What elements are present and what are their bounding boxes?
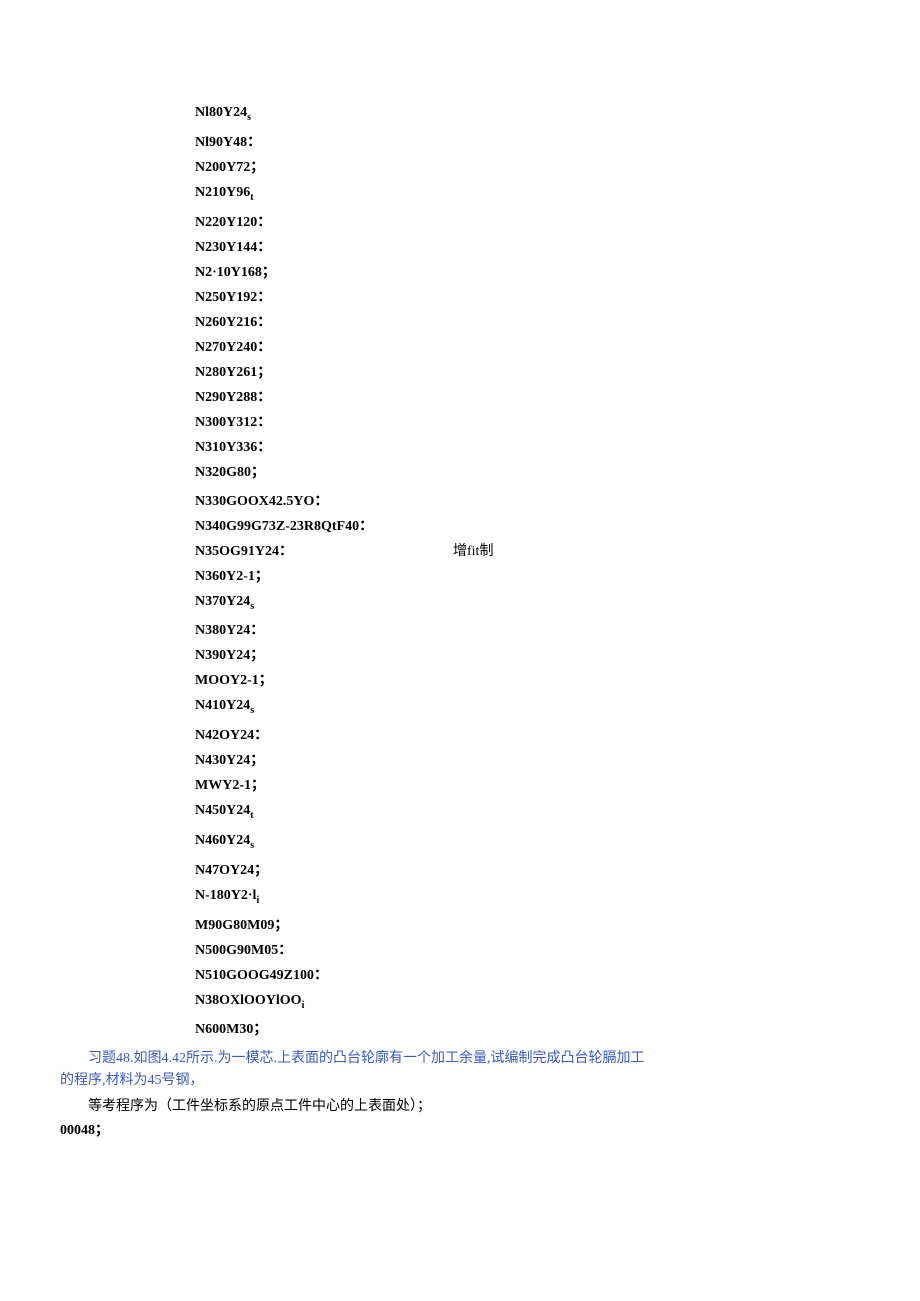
code-line: N35OG91Y24：增fit制 xyxy=(195,539,860,564)
code-line: N280Y261； xyxy=(195,360,860,385)
code-line: N310Y336： xyxy=(195,435,860,460)
code-line: N42OY24： xyxy=(195,723,860,748)
code-line: N290Y288： xyxy=(195,385,860,410)
program-number: 00048； xyxy=(60,1120,860,1142)
code-line: MOOY2-1； xyxy=(195,668,860,693)
code-line: N600M30； xyxy=(195,1017,860,1042)
code-line: Nl80Y24s xyxy=(195,100,860,130)
code-line: N430Y24； xyxy=(195,748,860,773)
code-line: N-180Y2·li xyxy=(195,883,860,913)
code-line: N230Y144： xyxy=(195,235,860,260)
code-line: N410Y24s xyxy=(195,693,860,723)
code-comment: 增fit制 xyxy=(453,539,493,564)
code-line: N210Y96t xyxy=(195,180,860,210)
document-page: Nl80Y24sNl90Y48：N200Y72；N210Y96tN220Y120… xyxy=(0,0,920,1202)
code-line: MWY2-1； xyxy=(195,773,860,798)
code-line: N2·10Y168； xyxy=(195,260,860,285)
code-line: N500G90M05： xyxy=(195,938,860,963)
code-line: M90G80M09； xyxy=(195,913,860,938)
code-line: N460Y24s xyxy=(195,828,860,858)
code-line: N380Y24： xyxy=(195,618,860,643)
code-line: N260Y216： xyxy=(195,310,860,335)
program-note: 等考程序为（工件坐标系的原点工件中心的上表面处）； xyxy=(88,1096,860,1118)
code-line: N47OY24； xyxy=(195,858,860,883)
exercise-text-line1: 习题48.如图4.42所示.为一模芯.上表面的凸台轮廓有一个加工余量,试编制完成… xyxy=(88,1048,860,1070)
exercise-text-line2: 的程序,材料为45号钢， xyxy=(60,1070,860,1092)
code-line: N360Y2-1； xyxy=(195,564,860,589)
code-line: N220Y120： xyxy=(195,210,860,235)
code-line: N390Y24； xyxy=(195,643,860,668)
code-line: N300Y312： xyxy=(195,410,860,435)
code-line: N370Y24s xyxy=(195,589,860,619)
code-line: N320G80； xyxy=(195,460,860,485)
code-line: N270Y240： xyxy=(195,335,860,360)
code-line: N450Y24t xyxy=(195,798,860,828)
code-line: N510GOOG49Z100： xyxy=(195,963,860,988)
code-line: N330GOOX42.5YO： xyxy=(195,489,860,514)
code-line: N250Y192： xyxy=(195,285,860,310)
code-line: N38OXlOOYlOOi xyxy=(195,988,860,1018)
code-line: N340G99G73Z-23R8QtF40： xyxy=(195,514,860,539)
nc-code-block: Nl80Y24sNl90Y48：N200Y72；N210Y96tN220Y120… xyxy=(195,100,860,1042)
code-line: N200Y72； xyxy=(195,155,860,180)
code-line: Nl90Y48： xyxy=(195,130,860,155)
